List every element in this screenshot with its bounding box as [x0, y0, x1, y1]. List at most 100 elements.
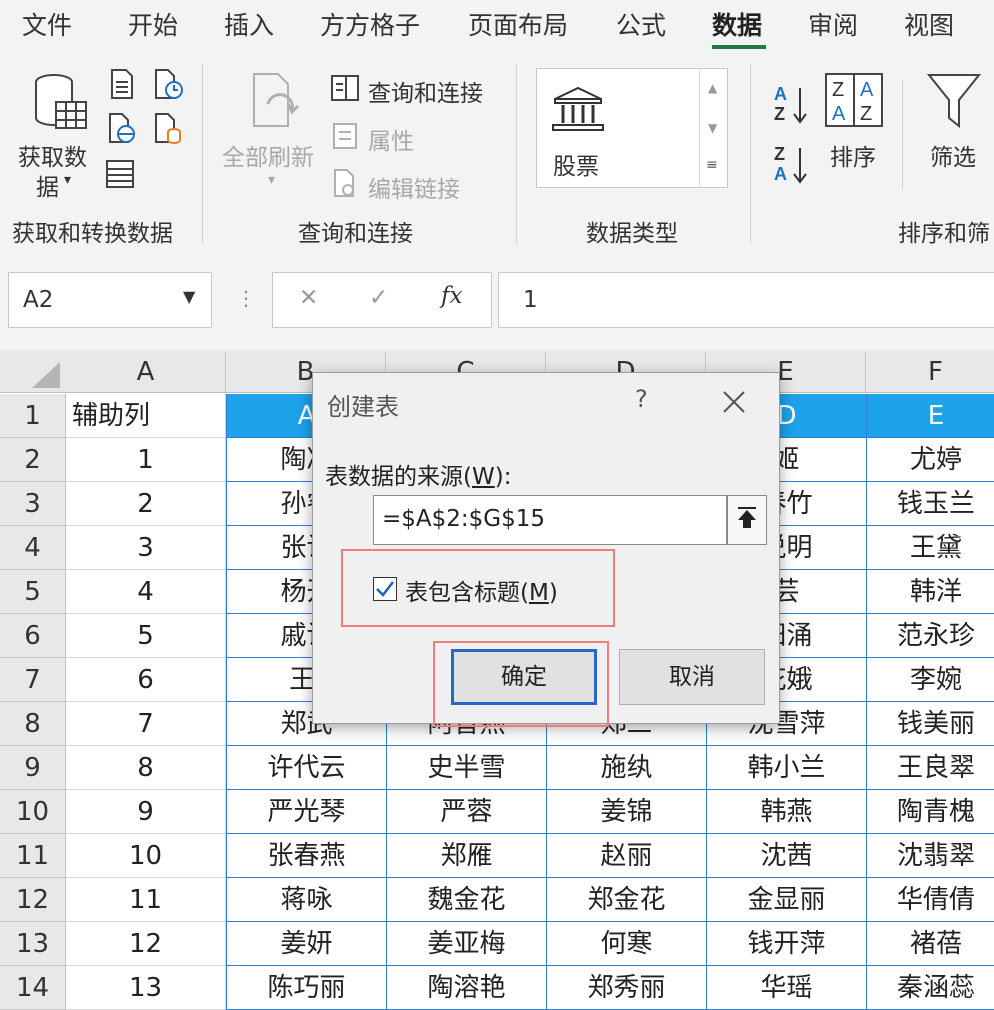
table-cell[interactable]: 金显丽	[706, 878, 866, 922]
table-cell[interactable]: 陈巧丽	[226, 966, 386, 1010]
table-cell[interactable]: 陶溶艳	[386, 966, 546, 1010]
column-header-f[interactable]: F	[866, 352, 994, 392]
row-header[interactable]: 8	[0, 702, 66, 746]
row-header[interactable]: 7	[0, 658, 66, 702]
table-cell[interactable]: 12	[66, 922, 226, 966]
table-cell[interactable]: 1	[66, 438, 226, 482]
sort-label[interactable]: 排序	[830, 138, 876, 172]
row-header[interactable]: 6	[0, 614, 66, 658]
table-cell[interactable]: 华瑶	[706, 966, 866, 1010]
table-cell[interactable]: 7	[66, 702, 226, 746]
close-icon[interactable]	[719, 387, 749, 417]
has-headers-label[interactable]: 表包含标题(M)	[405, 573, 558, 607]
name-box[interactable]: A2 ▼	[8, 272, 212, 328]
column-header-a[interactable]: A	[66, 352, 226, 392]
tab-review[interactable]: 审阅	[808, 6, 858, 42]
table-cell[interactable]: 韩燕	[706, 790, 866, 834]
select-all-triangle-icon[interactable]	[28, 360, 62, 390]
cancel-button[interactable]: 取消	[619, 649, 765, 705]
queries-connections-icon[interactable]	[330, 74, 360, 102]
row-header[interactable]: 2	[0, 438, 66, 482]
edit-links-label[interactable]: 编辑链接	[368, 170, 460, 204]
gallery-up-icon[interactable]: ▲	[708, 81, 717, 95]
table-cell[interactable]: 陶青槐	[866, 790, 994, 834]
table-cell[interactable]: 沈茜	[706, 834, 866, 878]
gallery-more-icon[interactable]: ≡	[706, 157, 718, 173]
tab-page-layout[interactable]: 页面布局	[468, 6, 568, 42]
table-cell[interactable]: 华倩倩	[866, 878, 994, 922]
table-cell[interactable]: 秦涵蕊	[866, 966, 994, 1010]
table-cell[interactable]: 严蓉	[386, 790, 546, 834]
row-header[interactable]: 4	[0, 526, 66, 570]
table-cell[interactable]: 钱美丽	[866, 702, 994, 746]
table-cell[interactable]: 赵丽	[546, 834, 706, 878]
from-text-icon[interactable]	[106, 68, 138, 100]
table-cell[interactable]: 6	[66, 658, 226, 702]
row-header[interactable]: 13	[0, 922, 66, 966]
row-header[interactable]: 3	[0, 482, 66, 526]
row-header[interactable]: 11	[0, 834, 66, 878]
table-cell[interactable]: 史半雪	[386, 746, 546, 790]
tab-home[interactable]: 开始	[128, 6, 178, 42]
table-cell[interactable]: 郑雁	[386, 834, 546, 878]
row-header[interactable]: 10	[0, 790, 66, 834]
table-cell[interactable]: 11	[66, 878, 226, 922]
has-headers-checkbox[interactable]	[373, 577, 397, 601]
sort-descending-icon[interactable]: Z A	[772, 142, 812, 186]
table-header-cell[interactable]: 辅助列	[66, 394, 226, 438]
queries-connections-label[interactable]: 查询和连接	[368, 74, 483, 108]
refresh-all-label[interactable]: 全部刷新	[222, 138, 314, 172]
table-cell[interactable]: 王黛	[866, 526, 994, 570]
gallery-down-icon[interactable]: ▼	[708, 121, 717, 135]
from-web-icon[interactable]	[106, 112, 138, 144]
row-header[interactable]: 5	[0, 570, 66, 614]
table-cell[interactable]: 张春燕	[226, 834, 386, 878]
tab-view[interactable]: 视图	[904, 6, 954, 42]
filter-funnel-icon[interactable]	[926, 72, 982, 132]
filter-label[interactable]: 筛选	[930, 138, 976, 172]
row-header[interactable]: 14	[0, 966, 66, 1010]
table-cell[interactable]: 13	[66, 966, 226, 1010]
table-cell[interactable]: 姜锦	[546, 790, 706, 834]
table-cell[interactable]: 8	[66, 746, 226, 790]
table-cell[interactable]: 9	[66, 790, 226, 834]
tab-formulas[interactable]: 公式	[616, 6, 666, 42]
sort-ascending-icon[interactable]: A Z	[772, 82, 812, 126]
table-cell[interactable]: 韩洋	[866, 570, 994, 614]
help-button[interactable]: ?	[635, 385, 648, 413]
properties-label[interactable]: 属性	[368, 122, 414, 156]
tab-file[interactable]: 文件	[22, 6, 72, 42]
existing-connections-icon[interactable]	[152, 112, 184, 144]
insert-function-icon[interactable]: fx	[441, 283, 462, 309]
row-header[interactable]: 9	[0, 746, 66, 790]
table-cell[interactable]: 郑金花	[546, 878, 706, 922]
chevron-down-icon[interactable]: ▼	[183, 287, 195, 306]
table-cell[interactable]: 施纨	[546, 746, 706, 790]
refresh-all-icon[interactable]	[244, 70, 306, 134]
from-table-icon[interactable]	[104, 158, 136, 190]
table-cell[interactable]: 范永珍	[866, 614, 994, 658]
collapse-dialog-button[interactable]	[727, 495, 767, 545]
data-types-gallery[interactable]: 股票 ▲ ▼ ≡	[536, 68, 728, 188]
table-cell[interactable]: 10	[66, 834, 226, 878]
tab-insert[interactable]: 插入	[224, 6, 274, 42]
get-data-button[interactable]	[30, 72, 92, 138]
table-header-cell[interactable]: E	[866, 394, 994, 438]
source-range-input[interactable]: =$A$2:$G$15	[373, 495, 727, 545]
sort-dialog-icon[interactable]: Z A A Z	[824, 72, 884, 128]
table-cell[interactable]: 何寒	[546, 922, 706, 966]
table-cell[interactable]: 5	[66, 614, 226, 658]
table-cell[interactable]: 姜妍	[226, 922, 386, 966]
table-cell[interactable]: 王良翠	[866, 746, 994, 790]
table-cell[interactable]: 李婉	[866, 658, 994, 702]
table-cell[interactable]: 钱开萍	[706, 922, 866, 966]
table-cell[interactable]: 2	[66, 482, 226, 526]
table-cell[interactable]: 钱玉兰	[866, 482, 994, 526]
row-header[interactable]: 12	[0, 878, 66, 922]
table-cell[interactable]: 4	[66, 570, 226, 614]
ok-button[interactable]: 确定	[451, 649, 597, 705]
gallery-scroll[interactable]: ▲ ▼ ≡	[699, 69, 728, 187]
table-cell[interactable]: 韩小兰	[706, 746, 866, 790]
table-cell[interactable]: 尤婷	[866, 438, 994, 482]
table-cell[interactable]: 魏金花	[386, 878, 546, 922]
